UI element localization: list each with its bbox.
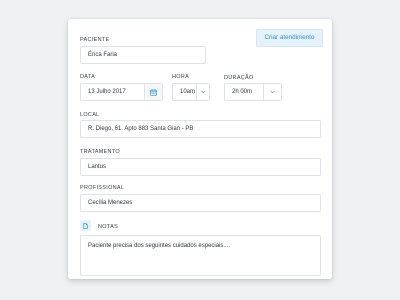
notas-label: NOTAS <box>98 224 119 230</box>
notes-icon-box <box>80 220 91 231</box>
duracao-label: DURAÇÃO <box>224 75 254 81</box>
duration-value: 2h 00m <box>232 89 253 95</box>
hora-label: HORA <box>172 74 190 80</box>
hour-dropdown-toggle[interactable] <box>196 84 209 100</box>
date-input[interactable]: 13 Julho 2017 <box>80 83 163 101</box>
document-icon <box>83 222 88 229</box>
notes-textarea[interactable]: Paciente precisa dos seguintes cuidados … <box>80 235 321 276</box>
tratamento-input[interactable]: Lantus <box>80 158 321 176</box>
local-label: LOCAL <box>80 112 100 118</box>
create-appointment-button[interactable]: Criar atendimento <box>256 29 323 47</box>
profissional-label: PROFISSIONAL <box>80 185 125 191</box>
paciente-label: PACIENTE <box>80 37 110 43</box>
tratamento-label: TRATAMENTO <box>80 149 120 155</box>
hour-value: 10am <box>180 89 196 95</box>
hour-select[interactable]: 10am <box>172 83 210 101</box>
paciente-input[interactable]: Érica Faria <box>80 46 206 64</box>
duration-select[interactable]: 2h 00m <box>224 83 282 101</box>
profissional-input[interactable]: Cecília Menezes <box>80 194 321 212</box>
local-input[interactable]: R. Diego, 61. Apto 883 Santa Gian - PB <box>80 120 321 138</box>
data-label: DATA <box>80 74 96 80</box>
calendar-icon <box>150 88 157 96</box>
appointment-form-card: PACIENTE Érica Faria Criar atendimento D… <box>68 19 332 279</box>
date-value: 13 Julho 2017 <box>88 89 126 95</box>
calendar-button[interactable] <box>144 84 162 100</box>
chevron-down-icon <box>270 90 275 94</box>
chevron-down-icon <box>200 90 206 94</box>
duration-dropdown-toggle[interactable] <box>263 84 281 100</box>
